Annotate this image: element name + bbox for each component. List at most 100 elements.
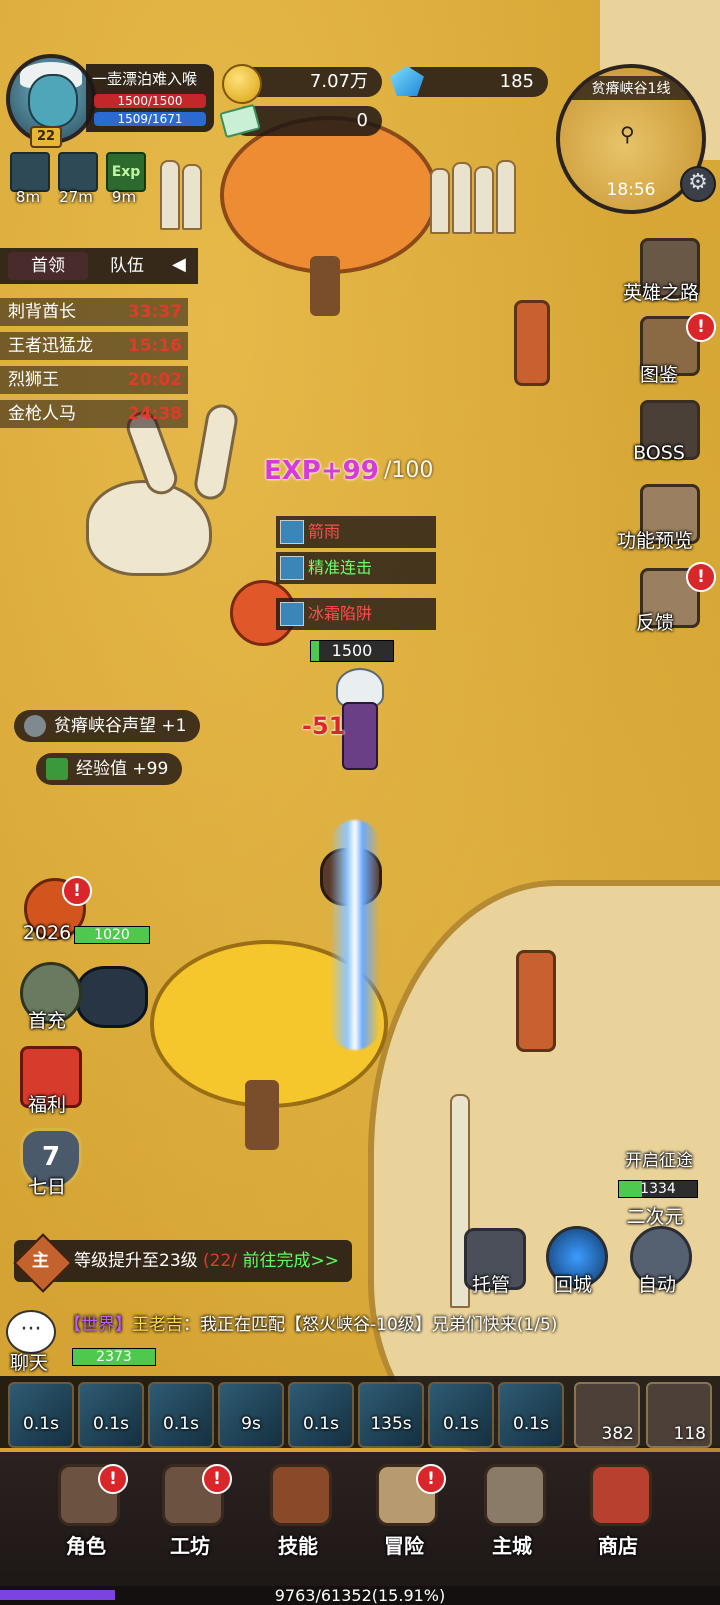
boss-respawn-time: 24:38 [127, 404, 182, 424]
dinosaur-skull [86, 480, 212, 576]
quest-title: 等级提升至23级 [74, 1251, 198, 1271]
skill-slot[interactable]: 0.1s [148, 1382, 214, 1448]
skill-cooldown: 0.1s [303, 1414, 339, 1434]
alert-badge-icon: ! [202, 1464, 232, 1494]
exp-icon [46, 758, 68, 780]
nav-label: 主城 [492, 1534, 532, 1558]
nav-shop[interactable]: 商店 [568, 1460, 668, 1570]
player-name: 一壶漂泊难入喉 [92, 70, 198, 88]
skill-slot[interactable]: 0.1s [78, 1382, 144, 1448]
nav-character[interactable]: ! 角色 [36, 1460, 136, 1570]
nav-skills[interactable]: 技能 [248, 1460, 348, 1570]
exp-toast-text: 经验值 +99 [76, 759, 169, 779]
ally-name: 二次元 [626, 1206, 684, 1228]
player-level-badge: 22 [30, 126, 62, 148]
totem [516, 950, 556, 1052]
boss-row[interactable]: 刺背酋长 33:37 [0, 298, 188, 326]
fence [430, 168, 450, 234]
gem-value: 185 [499, 71, 534, 92]
skill-cooldown: 0.1s [23, 1414, 59, 1434]
nav-label: 技能 [278, 1534, 318, 1558]
first-charge-label: 首充 [27, 1010, 66, 1032]
buff-speed-icon[interactable] [10, 152, 50, 192]
nav-workshop[interactable]: ! 工坊 [140, 1460, 240, 1570]
buff-time: 9m [111, 188, 137, 206]
auto-battle-label: 自动 [637, 1274, 676, 1296]
exp-progress-float: /100 [384, 458, 434, 483]
boss-row[interactable]: 金枪人马 24:38 [0, 400, 188, 428]
player-info-panel[interactable]: 一壶漂泊难入喉 1500/1500 1509/1671 [86, 64, 214, 132]
castle-icon [484, 1464, 546, 1526]
gear-icon[interactable]: ⚙ [680, 166, 716, 202]
buff-exp-icon[interactable]: Exp [106, 152, 146, 192]
reputation-text: 贫瘠峡谷声望 +1 [54, 716, 187, 736]
nav-main-city[interactable]: 主城 [462, 1460, 562, 1570]
lightning-spell-effect [330, 820, 380, 1050]
nav-adventure[interactable]: ! 冒险 [354, 1460, 454, 1570]
alert-badge-icon: ! [62, 876, 92, 906]
bone [191, 401, 241, 503]
experience-bar: 9763/61352(15.91%) [0, 1586, 720, 1605]
buff-time: 27m [59, 188, 93, 206]
quest-count: (22/ [203, 1251, 238, 1271]
gold-value: 7.07万 [309, 71, 368, 92]
tab-team[interactable]: 队伍 [94, 252, 160, 280]
skill-slot[interactable]: 0.1s [498, 1382, 564, 1448]
skill-slot[interactable]: 0.1s [288, 1382, 354, 1448]
item-count: 118 [673, 1424, 706, 1444]
boss-row[interactable]: 烈狮王 20:02 [0, 366, 188, 394]
chat-speaker: 王老吉 [132, 1315, 183, 1335]
reputation-icon [24, 715, 46, 737]
ally-hp-value: 1334 [640, 1181, 676, 1197]
boss-team-tabs: 首领 队伍 ◀ [0, 248, 198, 284]
skill-cooldown: 9s [241, 1414, 261, 1434]
chat-hp-bar: 2373 [72, 1348, 156, 1366]
fence [496, 160, 516, 234]
quest-text: 等级提升至23级 (22/ 前往完成>> [74, 1240, 339, 1282]
exp-gain-float: EXP+99 [264, 456, 379, 486]
boss-name: 刺背酋长 [8, 302, 76, 322]
nav-label: 角色 [66, 1534, 106, 1558]
skill-cast-name: 冰霜陷阱 [308, 604, 373, 623]
skill-cooldown: 0.1s [443, 1414, 479, 1434]
buff-time: 8m [15, 188, 41, 206]
boss-name: 烈狮王 [8, 370, 59, 390]
boss-name: 王者迅猛龙 [8, 336, 93, 356]
tab-boss[interactable]: 首领 [8, 252, 88, 280]
skill-cooldown: 0.1s [93, 1414, 129, 1434]
skill-slot[interactable]: 0.1s [428, 1382, 494, 1448]
enemy-hp-bar: 1020 [74, 926, 150, 944]
seven-day-label: 七日 [27, 1176, 66, 1198]
chat-message[interactable]: 【世界】王老吉：我正在匹配【怒火峡谷-10级】兄弟们快来(1/5) [64, 1310, 557, 1335]
alert-badge-icon: ! [98, 1464, 128, 1494]
ally-title: 开启征途 [604, 1146, 714, 1171]
boss-name: 金枪人马 [8, 404, 76, 424]
ticket-value: 0 [356, 110, 368, 131]
reputation-toast: 贫瘠峡谷声望 +1 [14, 710, 201, 742]
skill-book-icon [270, 1464, 332, 1526]
item-slot-drink[interactable]: 118 [646, 1382, 712, 1448]
collapse-arrow-icon[interactable]: ◀ [172, 254, 186, 275]
item-slot-bread[interactable]: 382 [574, 1382, 640, 1448]
nav-label: 商店 [598, 1534, 638, 1558]
skill-slot[interactable]: 9s [218, 1382, 284, 1448]
hero-hp-bar: 1500 [310, 640, 394, 662]
fence [160, 160, 180, 230]
precise-combo-icon [280, 556, 304, 580]
skill-cast-popup: 冰霜陷阱 [276, 598, 436, 630]
gold-coin-icon [222, 64, 262, 104]
skill-cast-name: 箭雨 [308, 522, 341, 541]
bottom-nav: ! 角色 ! 工坊 技能 ! 冒险 主城 商店 [0, 1452, 720, 1605]
arrow-rain-icon [280, 520, 304, 544]
skill-cooldown: 0.1s [513, 1414, 549, 1434]
buff-shield-icon[interactable] [58, 152, 98, 192]
skill-cast-popup: 精准连击 [276, 552, 436, 584]
fence [474, 166, 494, 234]
boss-row[interactable]: 王者迅猛龙 15:16 [0, 332, 188, 360]
skill-slot[interactable]: 135s [358, 1382, 424, 1448]
skill-slot[interactable]: 0.1s [8, 1382, 74, 1448]
skill-bar: 0.1s 0.1s 0.1s 9s 0.1s 135s 0.1s 0.1s 38… [0, 1376, 720, 1448]
quest-go-link[interactable]: 前往完成>> [242, 1251, 339, 1271]
main-quest-bar[interactable]: 主 等级提升至23级 (22/ 前往完成>> [13, 1233, 352, 1293]
location-pin-icon: ⚲ [620, 122, 635, 146]
